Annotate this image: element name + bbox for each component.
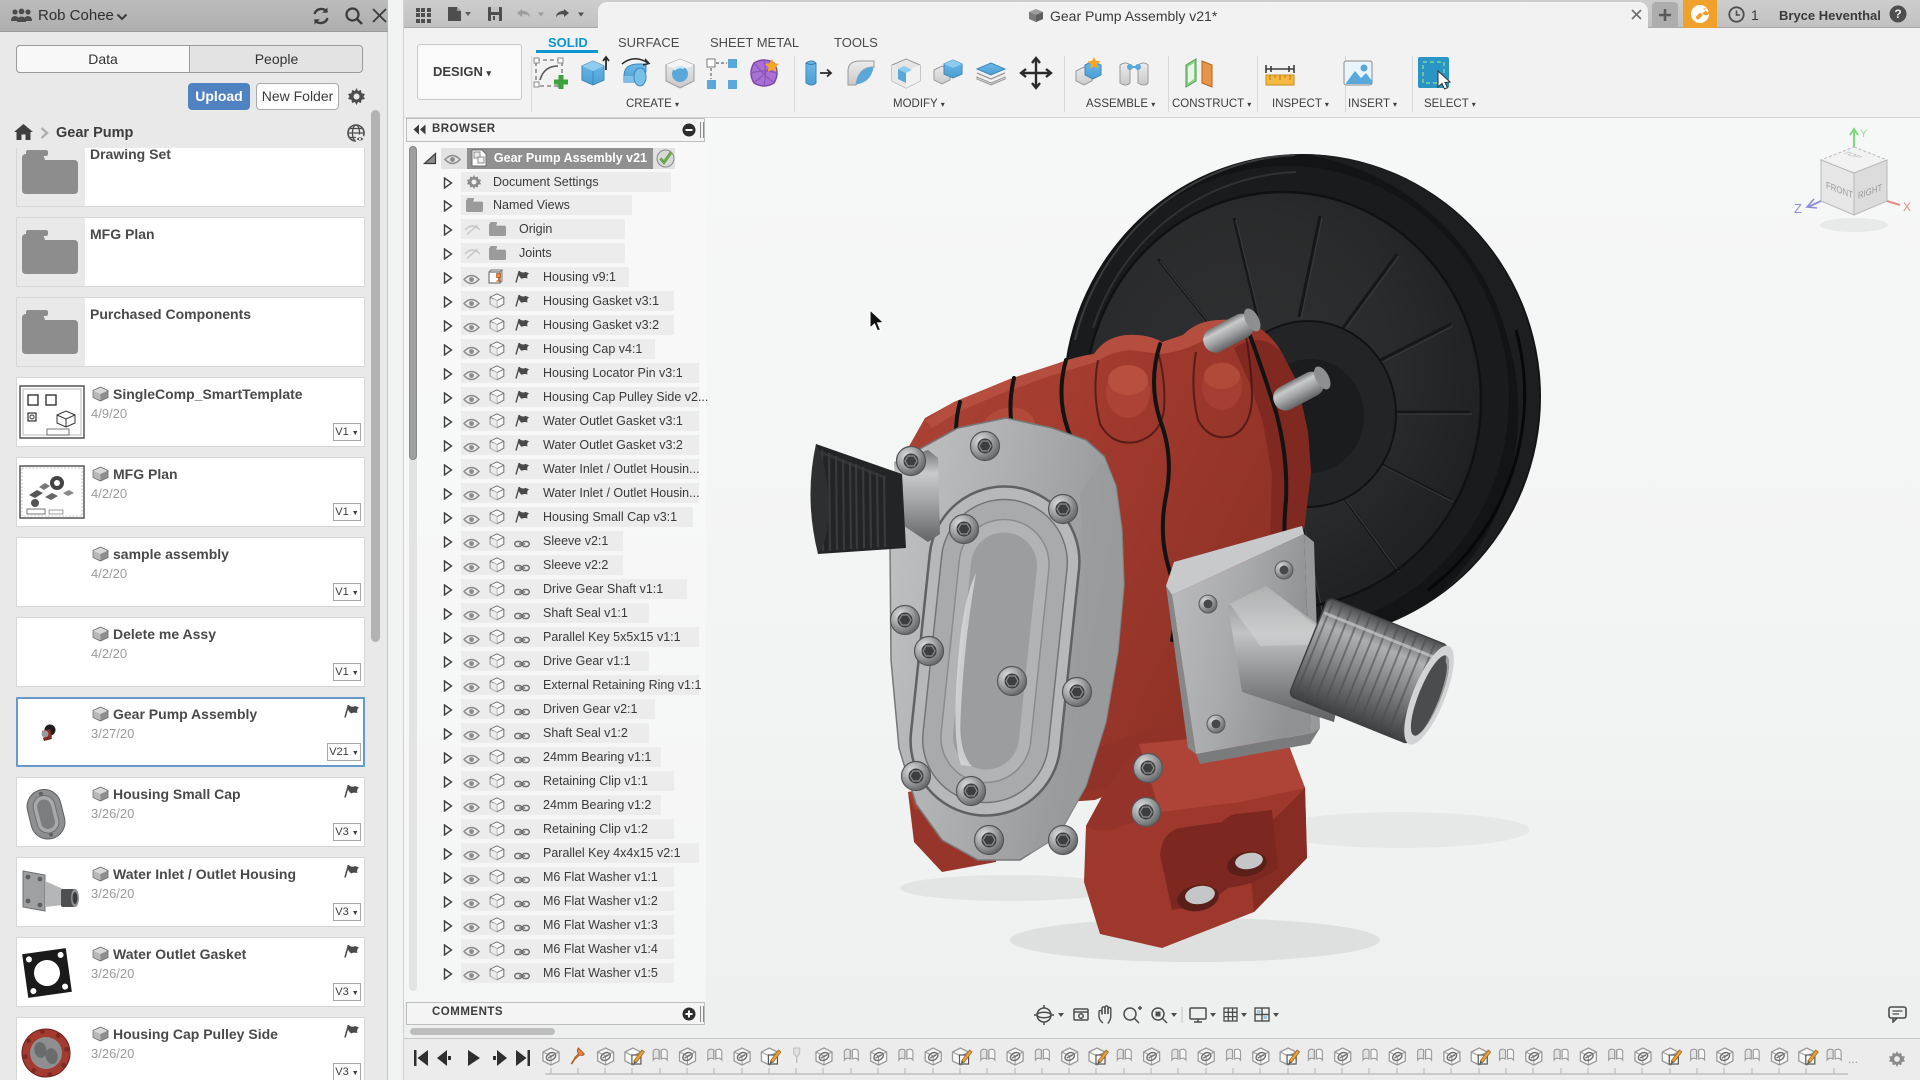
svg-text:Y: Y: [1860, 128, 1868, 140]
svg-text:Z: Z: [1794, 201, 1802, 216]
svg-text:?: ?: [1894, 7, 1901, 21]
svg-text:X: X: [1903, 200, 1911, 214]
